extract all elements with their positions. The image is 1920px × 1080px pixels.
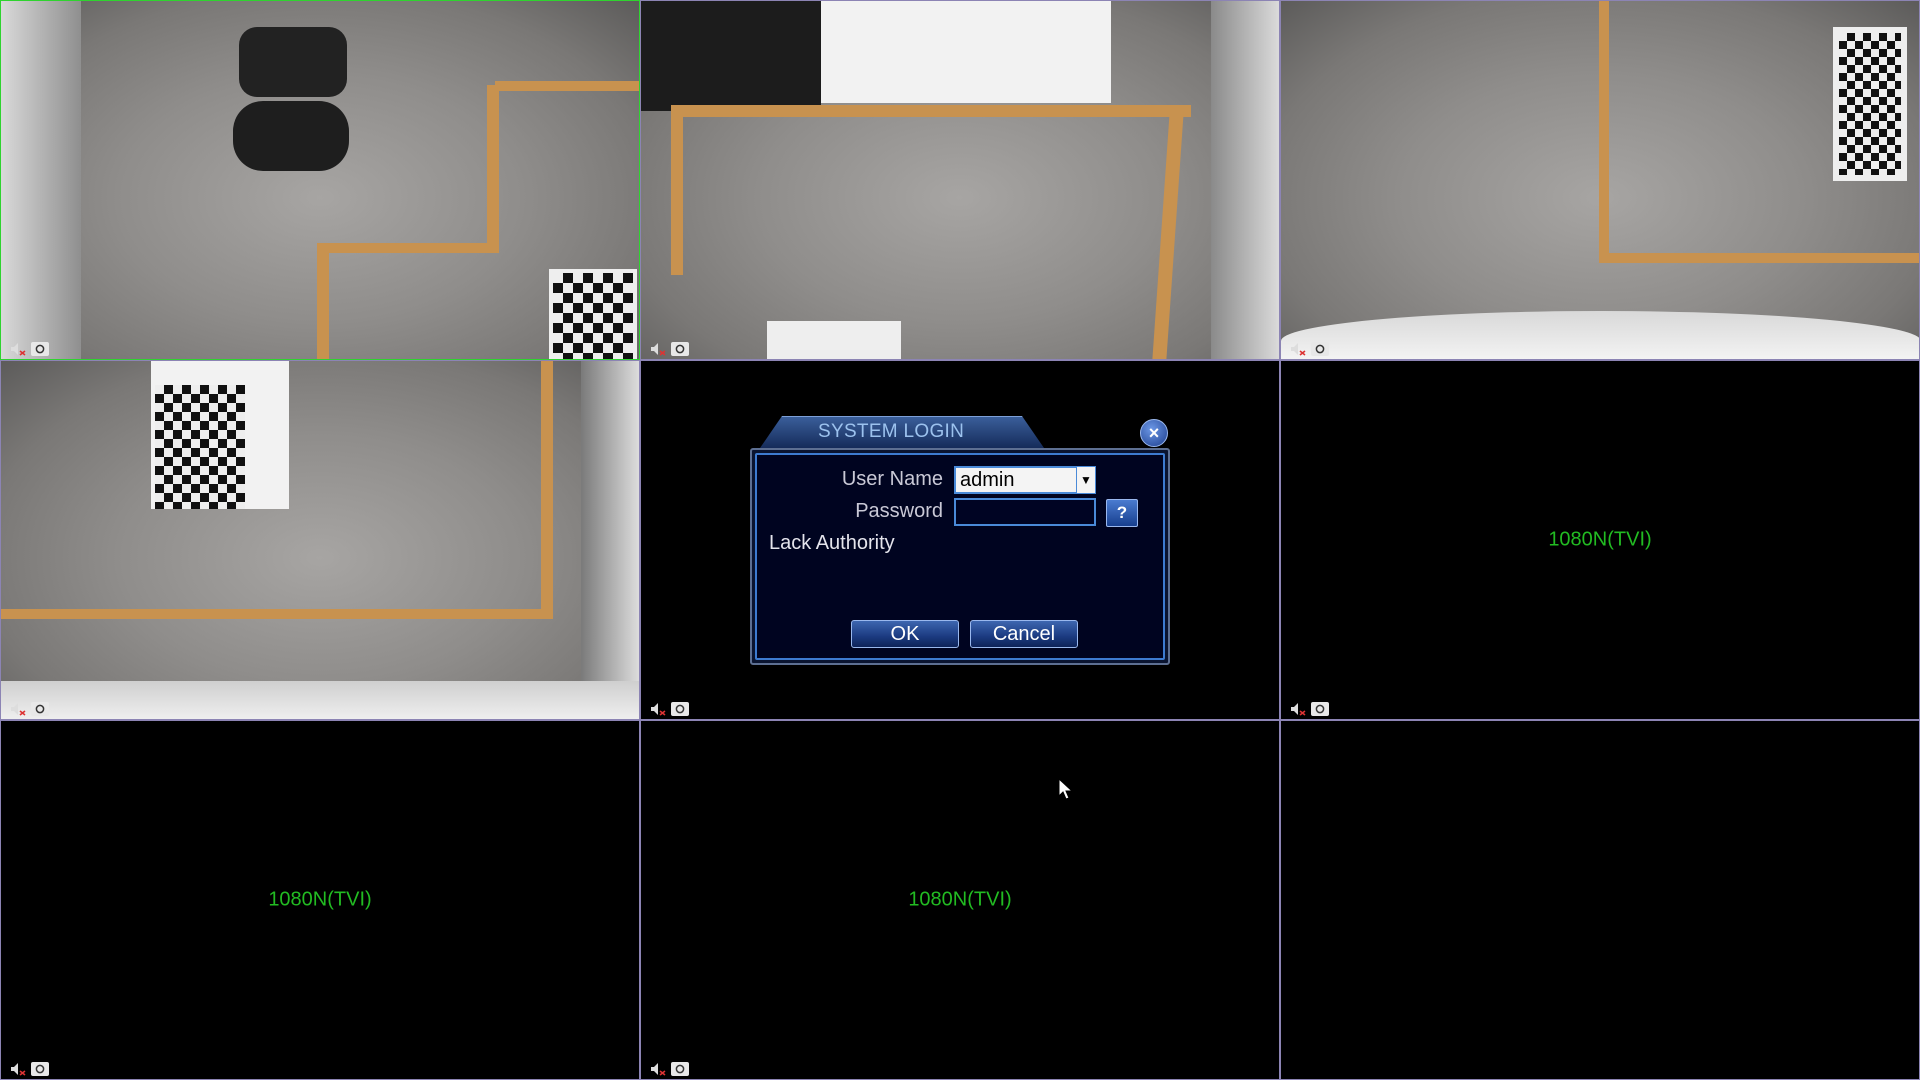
checkerboard — [549, 269, 637, 359]
camera-tile-6[interactable]: 1080N(TVI) — [1280, 360, 1920, 720]
camera-snapshot-icon[interactable] — [31, 702, 49, 716]
password-label: Password — [855, 500, 943, 522]
camera-snapshot-icon[interactable] — [671, 702, 689, 716]
mute-speaker-icon[interactable] — [649, 702, 667, 716]
no-signal-label: 1080N(TVI) — [908, 888, 1012, 911]
wall — [811, 1, 1111, 103]
chevron-down-icon[interactable]: ▼ — [1076, 467, 1095, 493]
camera-snapshot-icon[interactable] — [31, 1062, 49, 1076]
camera-tile-8[interactable]: 1080N(TVI) — [640, 720, 1280, 1080]
camera-feed-4 — [1, 361, 639, 719]
camera-feed-2 — [641, 1, 1279, 359]
checkerboard — [1833, 27, 1907, 181]
camera-tile-2[interactable] — [640, 0, 1280, 360]
camera-feed-1 — [1, 1, 639, 359]
camera-snapshot-icon[interactable] — [1311, 702, 1329, 716]
ok-button[interactable]: OK — [851, 620, 959, 648]
mute-speaker-icon[interactable] — [9, 1062, 27, 1076]
mute-speaker-icon[interactable] — [1289, 342, 1307, 356]
camera-snapshot-icon[interactable] — [1311, 342, 1329, 356]
mute-speaker-icon[interactable] — [649, 1062, 667, 1076]
help-button[interactable]: ? — [1106, 499, 1138, 527]
mute-speaker-icon[interactable] — [9, 702, 27, 716]
username-value: admin — [960, 469, 1015, 491]
cancel-button[interactable]: Cancel — [970, 620, 1078, 648]
username-select[interactable]: admin ▼ — [954, 466, 1096, 494]
channel-controls — [649, 342, 689, 356]
camera-tile-4[interactable] — [0, 360, 640, 720]
channel-controls — [9, 342, 49, 356]
no-signal-label: 1080N(TVI) — [1548, 528, 1652, 551]
channel-controls — [1289, 342, 1329, 356]
error-message: Lack Authority — [769, 532, 895, 554]
camera-feed-3 — [1281, 1, 1919, 359]
channel-controls — [1289, 702, 1329, 716]
channel-controls — [9, 1062, 49, 1076]
mute-speaker-icon[interactable] — [9, 342, 27, 356]
dialog-title-tab: SYSTEM LOGIN — [760, 416, 1044, 448]
camera-tile-1[interactable] — [0, 0, 640, 360]
channel-controls — [649, 702, 689, 716]
dialog-body: User Name admin ▼ Password ? Lack Author… — [750, 448, 1170, 665]
mute-speaker-icon[interactable] — [1289, 702, 1307, 716]
camera-snapshot-icon[interactable] — [671, 1062, 689, 1076]
channel-controls — [9, 702, 49, 716]
camera-snapshot-icon[interactable] — [671, 342, 689, 356]
mouse-cursor-icon — [1058, 778, 1074, 800]
close-icon[interactable]: × — [1140, 419, 1168, 447]
mute-speaker-icon[interactable] — [649, 342, 667, 356]
camera-snapshot-icon[interactable] — [31, 342, 49, 356]
channel-controls — [649, 1062, 689, 1076]
system-login-dialog: SYSTEM LOGIN × User Name admin ▼ Passwor… — [750, 416, 1170, 665]
curtain — [1, 1, 81, 359]
camera-tile-9[interactable] — [1280, 720, 1920, 1080]
bag — [233, 101, 349, 171]
chair — [239, 27, 347, 97]
no-signal-label: 1080N(TVI) — [268, 888, 372, 911]
dialog-title: SYSTEM LOGIN — [818, 421, 965, 442]
camera-tile-7[interactable]: 1080N(TVI) — [0, 720, 640, 1080]
camera-tile-3[interactable] — [1280, 0, 1920, 360]
checkerboard — [155, 385, 245, 509]
password-field[interactable] — [954, 498, 1096, 526]
username-label: User Name — [841, 468, 943, 490]
